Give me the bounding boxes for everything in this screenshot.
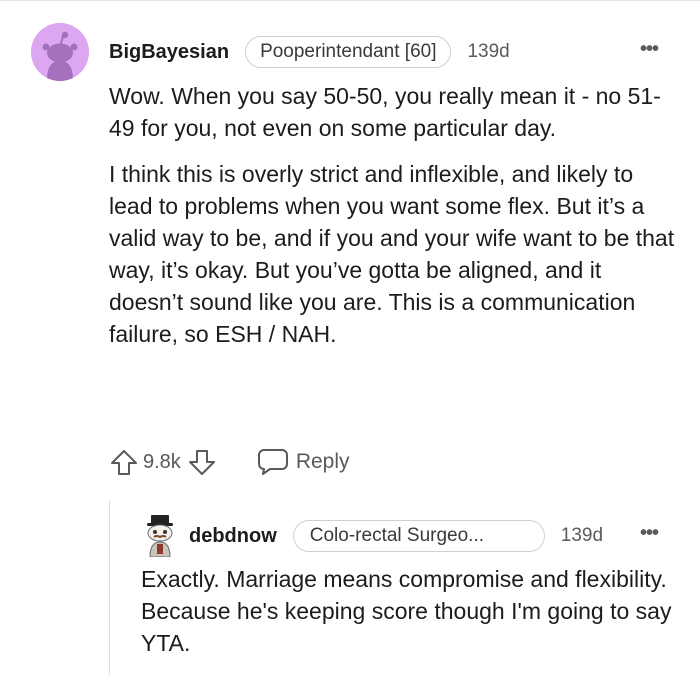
user-flair: Pooperintendant [60] [245, 36, 452, 68]
comment-body: Wow. When you say 50-50, you really mean… [109, 80, 679, 364]
arrow-up-icon[interactable] [109, 447, 139, 477]
comment-meta: debdnow Colo-rectal Surgeo... 139d [189, 518, 603, 554]
avatar[interactable] [142, 513, 178, 558]
thread-line[interactable] [109, 500, 110, 675]
comment-paragraph: I think this is overly strict and inflex… [109, 161, 675, 347]
reply-button[interactable]: Reply [257, 447, 350, 477]
user-flair: Colo-rectal Surgeo... [292, 520, 545, 552]
username[interactable]: BigBayesian [109, 41, 229, 64]
comment-paragraph: Exactly. Marriage means compromise and f… [141, 566, 672, 656]
ellipsis-icon[interactable]: ••• [640, 522, 659, 545]
avatar[interactable] [31, 23, 89, 81]
speech-bubble-icon [257, 447, 289, 477]
reply-label: Reply [295, 450, 350, 473]
snoo-avatar-icon [31, 23, 89, 81]
comment-paragraph: Wow. When you say 50-50, you really mean… [109, 83, 661, 141]
comment-actions: 9.8k Reply [109, 444, 350, 480]
username[interactable]: debdnow [189, 525, 277, 548]
ellipsis-icon[interactable]: ••• [640, 38, 659, 61]
comment-thread: BigBayesian Pooperintendant [60] 139d ••… [0, 0, 700, 675]
comment-age: 139d [467, 41, 510, 62]
divider [0, 0, 700, 1]
arrow-down-icon[interactable] [187, 447, 217, 477]
comment-body: Exactly. Marriage means compromise and f… [141, 563, 681, 659]
comment-meta: BigBayesian Pooperintendant [60] 139d [109, 34, 510, 70]
vote-score: 9.8k [143, 450, 181, 473]
snoo-avatar-icon [147, 515, 173, 558]
comment-age: 139d [560, 525, 604, 546]
